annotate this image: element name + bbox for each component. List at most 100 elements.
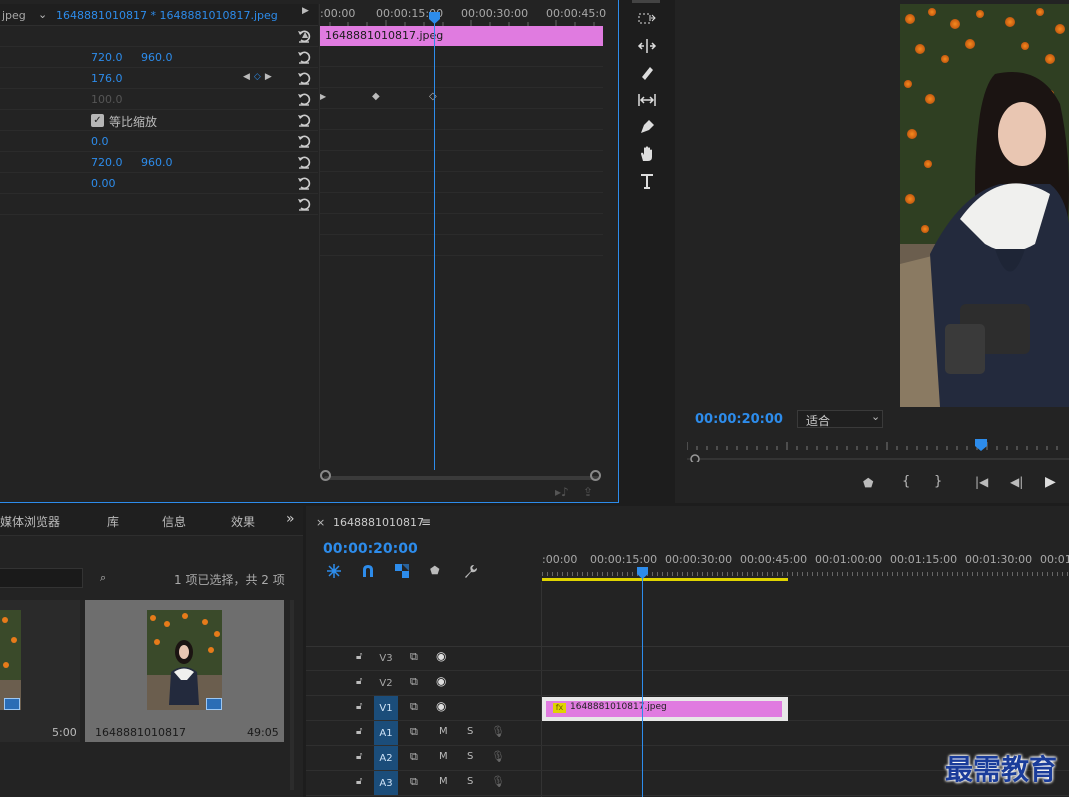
program-playhead-handle[interactable] — [975, 439, 989, 452]
find-icon[interactable]: ⌕ — [100, 571, 106, 585]
wrench-icon[interactable] — [462, 563, 478, 579]
property-value[interactable]: 720.0 — [91, 156, 123, 169]
property-value[interactable]: 960.0 — [141, 156, 173, 169]
uniform-scale-checkbox[interactable]: ✓ — [91, 114, 104, 127]
tab-effects[interactable]: 效果 — [231, 513, 255, 530]
fx-zoom-scrollbar[interactable] — [324, 476, 600, 480]
insert-nest-icon[interactable] — [326, 563, 342, 579]
solo-button[interactable]: S — [467, 726, 473, 737]
step-back-icon[interactable]: ◀| — [1010, 475, 1023, 489]
keyframe-diamond-icon[interactable]: ◆ — [372, 91, 380, 102]
sync-lock-icon[interactable]: ⧉ — [410, 725, 418, 739]
audio-only-icon[interactable]: ▸♪ — [555, 485, 569, 499]
chevron-down-icon[interactable]: ⌄ — [38, 8, 47, 21]
sync-lock-icon[interactable]: ⧉ — [410, 675, 418, 689]
sync-lock-icon[interactable]: ⧉ — [410, 650, 418, 664]
project-scrollbar[interactable] — [290, 600, 294, 790]
sync-lock-icon[interactable]: ⧉ — [410, 775, 418, 789]
source-tab-prefix[interactable]: jpeg — [2, 9, 26, 22]
sync-lock-icon[interactable]: ⧉ — [410, 750, 418, 764]
sequence-time-ruler[interactable]: :00:00 00:00:15:00 00:00:30:00 00:00:45:… — [542, 546, 1069, 582]
sync-lock-icon[interactable]: ⧉ — [410, 700, 418, 714]
tab-info[interactable]: 信息 — [162, 513, 186, 530]
pen-icon[interactable] — [637, 117, 657, 137]
reset-icon[interactable] — [297, 50, 311, 64]
reset-icon[interactable] — [297, 134, 311, 148]
track-select-icon[interactable] — [637, 9, 657, 29]
sequence-timecode[interactable]: 00:00:20:00 — [323, 541, 418, 557]
lock-icon[interactable]: 🔓︎ — [356, 726, 362, 737]
fx-playhead-handle[interactable] — [429, 12, 440, 24]
clip-selector[interactable]: 1648881010817 * 1648881010817.jpeg — [56, 9, 278, 22]
effect-keyframe-timeline[interactable]: :00:00 00:00:15:00 00:00:30:00 00:00:45:… — [319, 4, 606, 480]
microphone-icon[interactable]: 🎙︎ — [491, 725, 505, 738]
reset-icon[interactable] — [297, 197, 311, 211]
fx-scroll-handle-right[interactable] — [590, 470, 601, 481]
track-target-button[interactable]: V3 — [374, 646, 398, 670]
mute-button[interactable]: M — [439, 751, 448, 762]
reset-icon[interactable] — [297, 92, 311, 106]
hand-icon[interactable] — [637, 144, 657, 164]
lock-icon[interactable]: 🔓︎ — [356, 701, 362, 712]
timeline-clip[interactable]: fx 1648881010817.jpeg — [542, 697, 788, 721]
eye-icon[interactable]: ◉ — [436, 674, 446, 688]
property-value[interactable]: 176.0 — [91, 72, 123, 85]
linked-selection-icon[interactable] — [394, 563, 410, 579]
selection-tool-edge[interactable] — [632, 0, 660, 3]
tab-media-browser[interactable]: 媒体浏览器 — [0, 513, 60, 530]
lock-icon[interactable]: 🔓︎ — [356, 651, 362, 662]
eye-icon[interactable]: ◉ — [436, 649, 446, 663]
sequence-tab-title[interactable]: 1648881010817 — [333, 516, 424, 529]
eye-icon[interactable]: ◉ — [436, 699, 446, 713]
solo-button[interactable]: S — [467, 751, 473, 762]
razor-icon[interactable] — [637, 63, 657, 83]
program-video-frame[interactable] — [900, 4, 1069, 407]
lock-icon[interactable]: 🔓︎ — [356, 751, 362, 762]
property-value[interactable]: 720.0 — [91, 51, 123, 64]
close-icon[interactable]: × — [316, 516, 325, 529]
track-target-button[interactable]: A3 — [374, 771, 398, 795]
property-value[interactable]: 0.00 — [91, 177, 116, 190]
project-search-input[interactable] — [0, 568, 83, 588]
fx-playhead-line[interactable] — [434, 18, 435, 470]
reset-icon[interactable] — [297, 29, 311, 43]
project-item-selected[interactable]: 1648881010817 49:05 — [85, 600, 284, 742]
fx-time-ruler[interactable]: :00:00 00:00:15:00 00:00:30:00 00:00:45:… — [320, 4, 606, 26]
lock-icon[interactable]: 🔓︎ — [356, 676, 362, 687]
mute-button[interactable]: M — [439, 726, 448, 737]
add-marker-icon[interactable]: ⬟ — [430, 564, 440, 577]
reset-icon[interactable] — [297, 176, 311, 190]
ripple-edit-icon[interactable] — [637, 36, 657, 56]
project-item[interactable]: 5:00 — [0, 600, 80, 742]
fit-select[interactable]: 适合 ⌄ — [797, 410, 883, 428]
reset-icon[interactable] — [297, 113, 311, 127]
property-value[interactable]: 100.0 — [91, 93, 123, 106]
solo-button[interactable]: S — [467, 776, 473, 787]
timeline-toggle-icon[interactable]: ▶ — [302, 6, 309, 16]
sequence-playhead-line[interactable] — [642, 568, 643, 797]
program-time-ruler[interactable] — [687, 440, 1069, 462]
microphone-icon[interactable]: 🎙︎ — [491, 775, 505, 788]
reset-icon[interactable] — [297, 71, 311, 85]
mute-button[interactable]: M — [439, 776, 448, 787]
go-to-in-icon[interactable]: |◀ — [975, 475, 988, 489]
mark-out-icon[interactable]: } — [934, 474, 942, 489]
keyframe-diamond-icon[interactable]: ◇ — [429, 91, 437, 102]
more-panels-icon[interactable]: » — [286, 511, 295, 527]
snap-icon[interactable] — [360, 563, 376, 579]
lock-icon[interactable]: 🔓︎ — [356, 776, 362, 787]
program-timecode[interactable]: 00:00:20:00 — [695, 412, 783, 427]
fx-scroll-handle-left[interactable] — [320, 470, 331, 481]
property-value[interactable]: 960.0 — [141, 51, 173, 64]
hamburger-menu-icon[interactable]: ≡ — [421, 515, 431, 529]
play-icon[interactable]: ▶ — [1045, 474, 1056, 490]
tab-libraries[interactable]: 库 — [107, 513, 119, 530]
sequence-playhead-handle[interactable] — [637, 567, 648, 579]
type-icon[interactable] — [637, 171, 657, 191]
track-target-button[interactable]: A1 — [374, 721, 398, 745]
track-target-button[interactable]: A2 — [374, 746, 398, 770]
fx-clip-bar[interactable]: 1648881010817.jpeg — [320, 26, 603, 46]
keyframe-navigator-icon[interactable]: ◀◇▶ — [243, 72, 276, 82]
property-value[interactable]: 0.0 — [91, 135, 109, 148]
microphone-icon[interactable]: 🎙︎ — [491, 750, 505, 763]
